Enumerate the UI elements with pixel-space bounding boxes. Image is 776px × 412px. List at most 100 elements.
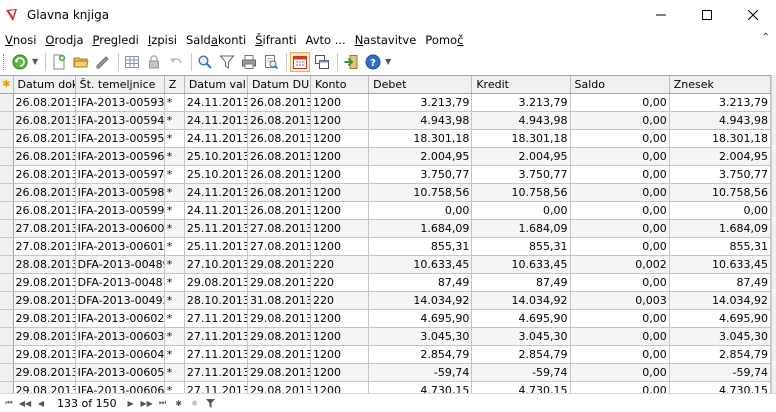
table-cell[interactable]: -59,74 — [368, 363, 473, 382]
table-cell[interactable]: * — [164, 381, 185, 393]
table-cell[interactable]: 4.695,90 — [669, 309, 772, 328]
edit-button[interactable] — [93, 52, 113, 72]
delete-record-icon[interactable]: ✱ — [189, 396, 201, 410]
table-cell[interactable]: 26.08.2013 — [13, 147, 76, 166]
table-cell[interactable]: 87,49 — [669, 273, 772, 292]
row-selector[interactable] — [0, 201, 14, 220]
vertical-scrollbar[interactable] — [771, 75, 776, 393]
table-cell[interactable]: IFA-2013-00599 — [75, 201, 165, 220]
table-cell[interactable]: 0,00 — [669, 201, 772, 220]
row-selector[interactable] — [0, 273, 14, 292]
table-cell[interactable]: 87,49 — [368, 273, 473, 292]
calendar-button[interactable] — [290, 51, 311, 72]
print-preview-button[interactable] — [261, 52, 281, 72]
minimize-button[interactable] — [638, 0, 684, 30]
table-cell[interactable]: 25.10.2013 — [184, 147, 248, 166]
table-cell[interactable]: IFA-2013-00602 — [75, 309, 165, 328]
table-cell[interactable]: 29.08.2013 — [13, 273, 76, 292]
table-cell[interactable]: 0,00 — [570, 273, 670, 292]
table-cell[interactable]: DFA-2013-00489 — [75, 255, 165, 274]
table-cell[interactable]: 28.10.2013 — [184, 291, 248, 310]
column-header[interactable]: Znesek — [669, 76, 772, 94]
table-cell[interactable]: 10.758,56 — [669, 183, 772, 202]
table-cell[interactable]: 0,00 — [368, 201, 473, 220]
row-selector[interactable] — [0, 183, 14, 202]
table-cell[interactable]: 0,00 — [570, 129, 670, 148]
maximize-button[interactable] — [684, 0, 730, 30]
table-cell[interactable]: * — [164, 237, 185, 256]
column-header[interactable]: Datum DUR — [247, 76, 312, 94]
table-row[interactable]: 26.08.2013 IFA-2013-00596 * 25.10.2013 26.08… — [0, 147, 772, 166]
table-cell[interactable]: 29.08.2013 — [13, 309, 76, 328]
table-row[interactable]: 27.08.2013 IFA-2013-00601 * 25.11.2013 27.08… — [0, 237, 772, 256]
table-cell[interactable]: 14.034,92 — [368, 291, 473, 310]
table-cell[interactable]: 87,49 — [471, 273, 571, 292]
table-cell[interactable]: 26.08.2013 — [13, 165, 76, 184]
table-cell[interactable]: 26.08.2013 — [247, 147, 312, 166]
table-cell[interactable]: DFA-2013-00492 — [75, 291, 165, 310]
table-cell[interactable]: * — [164, 129, 185, 148]
table-cell[interactable]: IFA-2013-00605 — [75, 363, 165, 382]
table-cell[interactable]: 25.10.2013 — [184, 165, 248, 184]
table-cell[interactable]: * — [164, 93, 185, 112]
table-cell[interactable]: 4.730,15 — [471, 381, 571, 393]
table-cell[interactable]: 26.08.2013 — [247, 111, 312, 130]
table-cell[interactable]: DFA-2013-00487 — [75, 273, 165, 292]
table-cell[interactable]: 1.684,09 — [471, 219, 571, 238]
table-cell[interactable]: 29.08.2013 — [13, 327, 76, 346]
table-cell[interactable]: 29.08.2013 — [247, 345, 312, 364]
menu-item-4[interactable]: Saldakonti — [182, 33, 250, 47]
row-selector[interactable] — [0, 219, 14, 238]
table-cell[interactable]: 2.004,95 — [368, 147, 473, 166]
table-cell[interactable]: 0,002 — [570, 255, 670, 274]
menu-item-0[interactable]: Vnosi — [1, 33, 40, 47]
table-cell[interactable]: IFA-2013-00597 — [75, 165, 165, 184]
table-cell[interactable]: 2.854,79 — [669, 345, 772, 364]
table-cell[interactable]: * — [164, 165, 185, 184]
table-cell[interactable]: 10.758,56 — [368, 183, 473, 202]
table-cell[interactable]: 0,00 — [570, 93, 670, 112]
table-row[interactable]: 29.08.2013 IFA-2013-00605 * 27.11.2013 29.08… — [0, 363, 772, 382]
table-cell[interactable]: IFA-2013-00604 — [75, 345, 165, 364]
table-cell[interactable]: 0,00 — [570, 201, 670, 220]
table-cell[interactable]: * — [164, 255, 185, 274]
row-selector[interactable] — [0, 255, 14, 274]
table-cell[interactable]: 4.943,98 — [471, 111, 571, 130]
row-selector[interactable] — [0, 291, 14, 310]
table-cell[interactable]: 29.08.2013 — [247, 273, 312, 292]
table-cell[interactable]: 27.11.2013 — [184, 327, 248, 346]
table-cell[interactable]: 25.11.2013 — [184, 219, 248, 238]
table-cell[interactable]: 4.730,15 — [669, 381, 772, 393]
menu-item-1[interactable]: Orodja — [41, 33, 87, 47]
filter-icon[interactable] — [205, 396, 217, 410]
table-cell[interactable]: 3.045,30 — [368, 327, 473, 346]
row-selector[interactable] — [0, 327, 14, 346]
table-cell[interactable]: 26.08.2013 — [247, 183, 312, 202]
table-cell[interactable]: 14.034,92 — [669, 291, 772, 310]
table-cell[interactable]: 1200 — [310, 201, 370, 220]
table-cell[interactable]: 31.08.2013 — [247, 291, 312, 310]
table-cell[interactable]: 26.08.2013 — [13, 129, 76, 148]
table-row[interactable]: 28.08.2013 DFA-2013-00489 * 27.10.2013 29.08… — [0, 255, 772, 274]
table-cell[interactable]: 0,00 — [570, 327, 670, 346]
row-selector[interactable] — [0, 345, 14, 364]
table-cell[interactable]: 1.684,09 — [368, 219, 473, 238]
table-cell[interactable]: 3.750,77 — [368, 165, 473, 184]
print-button[interactable] — [239, 52, 259, 72]
table-cell[interactable]: IFA-2013-00601 — [75, 237, 165, 256]
table-cell[interactable]: 1200 — [310, 363, 370, 382]
table-cell[interactable]: 26.08.2013 — [13, 93, 76, 112]
table-cell[interactable]: 10.633,45 — [368, 255, 473, 274]
table-row[interactable]: 29.08.2013 IFA-2013-00606 * 27.11.2013 29.08… — [0, 381, 772, 393]
table-cell[interactable]: 28.08.2013 — [13, 255, 76, 274]
row-selector[interactable] — [0, 147, 14, 166]
column-header[interactable]: Z — [164, 76, 185, 94]
table-cell[interactable]: 3.213,79 — [471, 93, 571, 112]
next-record-icon[interactable]: ▶ — [125, 396, 137, 410]
lock-button[interactable] — [144, 52, 164, 72]
table-cell[interactable]: 10.633,45 — [471, 255, 571, 274]
table-cell[interactable]: 1200 — [310, 345, 370, 364]
table-cell[interactable]: 0,00 — [570, 165, 670, 184]
table-cell[interactable]: 27.08.2013 — [247, 219, 312, 238]
table-cell[interactable]: 18.301,18 — [471, 129, 571, 148]
